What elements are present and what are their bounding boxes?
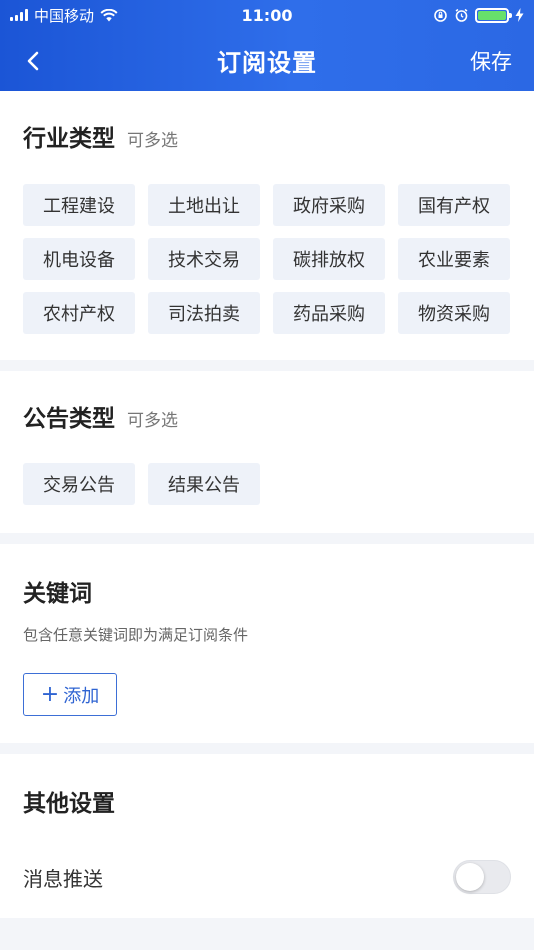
battery-icon [475, 7, 512, 23]
notice-header: 公告类型 可多选 [23, 399, 511, 433]
industry-tag[interactable]: 政府采购 [273, 184, 385, 226]
industry-tag[interactable]: 国有产权 [398, 184, 510, 226]
push-toggle[interactable] [453, 860, 511, 894]
status-time: 11:00 [241, 5, 293, 25]
status-bar: 中国移动 11:00 [0, 0, 534, 30]
industry-tag[interactable]: 工程建设 [23, 184, 135, 226]
keyword-title: 关键词 [23, 581, 92, 607]
status-right [433, 7, 524, 23]
carrier-name: 中国移动 [34, 6, 95, 25]
page-title: 订阅设置 [217, 49, 317, 77]
notice-tag[interactable]: 交易公告 [23, 463, 135, 505]
industry-tag[interactable]: 农村产权 [23, 292, 135, 334]
rotation-lock-icon [434, 8, 447, 22]
notice-tag[interactable]: 结果公告 [148, 463, 260, 505]
status-left: 中国移动 [10, 5, 118, 26]
industry-tag[interactable]: 土地出让 [148, 184, 260, 226]
industry-tag[interactable]: 农业要素 [398, 238, 510, 280]
notice-hint: 可多选 [127, 411, 178, 431]
industry-tag[interactable]: 物资采购 [398, 292, 510, 334]
back-button[interactable] [18, 41, 48, 81]
notice-section: 公告类型 可多选 交易公告 结果公告 [0, 371, 534, 533]
toggle-knob [456, 863, 484, 891]
notice-title: 公告类型 [23, 406, 115, 432]
nav-bar: 订阅设置 保存 [0, 30, 534, 91]
section-divider [0, 533, 534, 544]
industry-tag[interactable]: 技术交易 [148, 238, 260, 280]
wifi-icon [100, 8, 118, 21]
section-divider [0, 743, 534, 754]
industry-tag[interactable]: 司法拍卖 [148, 292, 260, 334]
charging-icon [515, 8, 524, 22]
chevron-left-icon [27, 51, 39, 70]
push-setting-row: 消息推送 [23, 860, 511, 894]
industry-title: 行业类型 [23, 126, 115, 152]
plus-icon: + [40, 681, 60, 707]
industry-section: 行业类型 可多选 工程建设 土地出让 政府采购 国有产权 机电设备 技术交易 碳… [0, 91, 534, 360]
save-button[interactable]: 保存 [470, 46, 512, 76]
other-settings-section: 其他设置 消息推送 [0, 754, 534, 918]
industry-header: 行业类型 可多选 [23, 119, 511, 153]
add-keyword-label: 添加 [63, 685, 100, 707]
other-settings-title: 其他设置 [23, 791, 115, 817]
signal-icon [10, 9, 28, 21]
industry-tag[interactable]: 机电设备 [23, 238, 135, 280]
alarm-icon [455, 8, 468, 22]
section-divider [0, 360, 534, 371]
push-label: 消息推送 [23, 866, 103, 891]
industry-tag[interactable]: 碳排放权 [273, 238, 385, 280]
keyword-description: 包含任意关键词即为满足订阅条件 [23, 626, 249, 644]
keyword-section: 关键词 包含任意关键词即为满足订阅条件 + 添加 [0, 544, 534, 743]
industry-tag-list: 工程建设 土地出让 政府采购 国有产权 机电设备 技术交易 碳排放权 农业要素 … [23, 184, 511, 334]
notice-tag-list: 交易公告 结果公告 [23, 463, 511, 505]
app-header: 中国移动 11:00 订阅设置 保存 [0, 0, 534, 91]
add-keyword-button[interactable]: + 添加 [23, 673, 117, 716]
industry-tag[interactable]: 药品采购 [273, 292, 385, 334]
industry-hint: 可多选 [127, 131, 178, 151]
